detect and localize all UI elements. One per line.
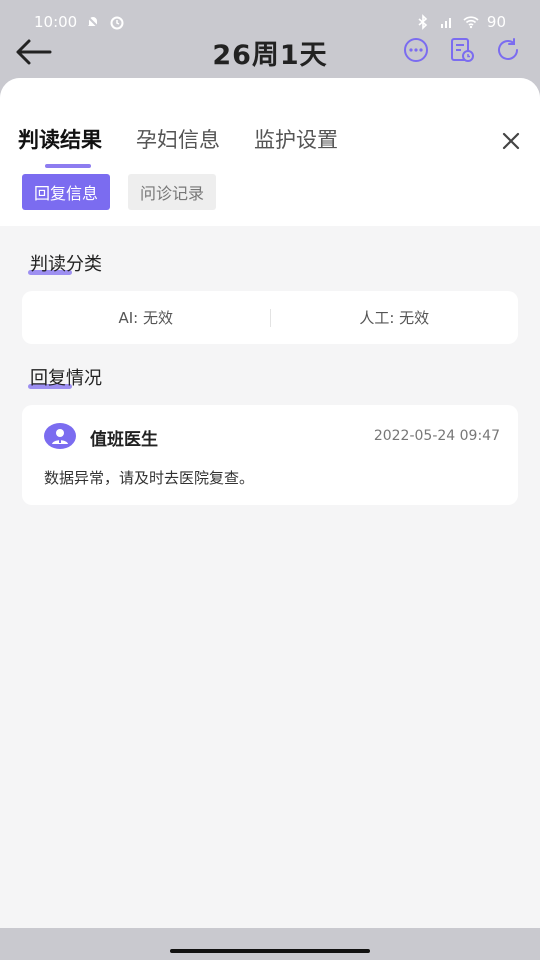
tab-bar: 判读结果 孕妇信息 监护设置 <box>18 124 338 168</box>
reply-info-button[interactable]: 回复信息 <box>22 174 111 210</box>
reply-section-title: 回复情况 <box>28 364 102 390</box>
reply-card: 值班医生 2022-05-24 09:47 数据异常，请及时去医院复查。 <box>22 405 518 505</box>
section-title-text: 判读分类 <box>30 254 102 275</box>
tab-reading-result[interactable]: 判读结果 <box>18 124 102 168</box>
close-icon[interactable] <box>500 130 522 152</box>
manual-classification: 人工: 无效 <box>359 309 430 327</box>
section-title-text: 回复情况 <box>30 368 102 389</box>
page-title: 26周1天 <box>212 39 328 71</box>
tab-pregnant-info[interactable]: 孕妇信息 <box>136 124 220 154</box>
classification-card: AI: 无效 人工: 无效 <box>22 291 518 344</box>
sheet-header: 判读结果 孕妇信息 监护设置 回复信息 问诊记录 <box>0 78 540 226</box>
tab-label: 监护设置 <box>254 128 338 152</box>
tab-monitor-settings[interactable]: 监护设置 <box>254 124 338 154</box>
more-options-icon[interactable] <box>402 36 430 64</box>
home-indicator[interactable] <box>170 949 370 953</box>
back-arrow-icon[interactable] <box>14 36 54 68</box>
header-actions <box>402 36 522 64</box>
doctor-name: 值班医生 <box>90 430 158 450</box>
app-header: 26周1天 <box>0 24 540 80</box>
refresh-icon[interactable] <box>494 36 522 64</box>
tab-label: 判读结果 <box>18 128 102 152</box>
navigation-bar <box>0 928 540 960</box>
history-record-icon[interactable] <box>448 36 476 64</box>
reply-message: 数据异常，请及时去医院复查。 <box>44 469 255 487</box>
consultation-record-button[interactable]: 问诊记录 <box>128 174 217 210</box>
classification-section-title: 判读分类 <box>28 250 102 276</box>
doctor-avatar-icon <box>44 423 76 449</box>
result-sheet: 判读结果 孕妇信息 监护设置 回复信息 问诊记录 判读分类 AI: 无效 人工:… <box>0 78 540 928</box>
ai-classification: AI: 无效 <box>118 309 173 327</box>
tab-label: 孕妇信息 <box>136 128 220 152</box>
reply-timestamp: 2022-05-24 09:47 <box>373 428 500 444</box>
sub-tabs: 回复信息 问诊记录 <box>22 174 217 210</box>
active-tab-indicator <box>45 164 91 168</box>
